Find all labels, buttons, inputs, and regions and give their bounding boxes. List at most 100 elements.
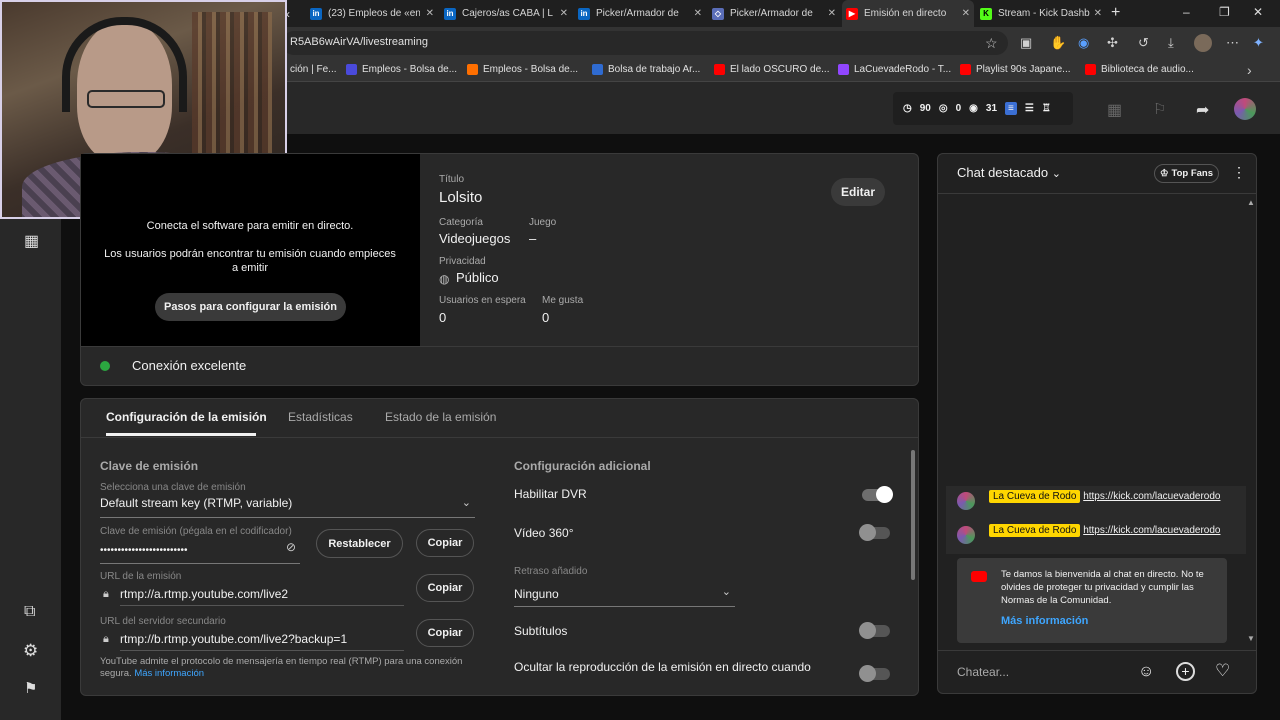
tab-close-icon[interactable]: ✕: [828, 8, 836, 19]
setup-steps-button[interactable]: Pasos para configurar la emisión: [155, 293, 346, 321]
feedback-icon[interactable]: ⚑: [24, 679, 37, 697]
tab-nav-left[interactable]: ‹: [286, 0, 300, 27]
list-icon[interactable]: ☰: [1025, 103, 1034, 114]
tab-stream-status[interactable]: Estado de la emisión: [385, 410, 496, 424]
backup-url-field[interactable]: rtmp://b.rtmp.youtube.com/live2?backup=1: [120, 630, 404, 651]
stream-key-field[interactable]: ••••••••••••••••••••••••• ⊘: [100, 540, 300, 564]
history-icon[interactable]: ↺: [1138, 35, 1149, 51]
bookmark-favicon-icon: [960, 64, 971, 75]
select-key-value: Default stream key (RTMP, variable): [100, 496, 293, 510]
tab-close-icon[interactable]: ✕: [560, 8, 568, 19]
bookmark-item[interactable]: ción | Fe...: [290, 64, 337, 75]
clapper-icon[interactable]: ▦: [1107, 100, 1122, 120]
top-fans-button[interactable]: ♔ Top Fans: [1154, 164, 1219, 183]
bookmark-icon[interactable]: ⚐: [1153, 100, 1166, 118]
extension-icon[interactable]: ✋: [1050, 35, 1066, 51]
bookmark-item[interactable]: LaCuevadeRodo - T...: [838, 64, 951, 75]
stream-url-field[interactable]: rtmp://a.rtmp.youtube.com/live2: [120, 585, 404, 606]
chat-text[interactable]: https://kick.com/lacuevaderodo: [1083, 491, 1220, 502]
tab-5[interactable]: ▶ Emisión en directo ✕: [842, 0, 974, 27]
reset-key-button[interactable]: Restablecer: [316, 529, 403, 558]
bookmark-label: ción | Fe...: [290, 64, 337, 75]
heart-icon[interactable]: ♡: [1215, 661, 1230, 681]
copy-backup-button[interactable]: Copiar: [416, 619, 474, 647]
tab-2[interactable]: in Cajeros/as CABA | L ✕: [440, 0, 572, 27]
profile-avatar[interactable]: [1194, 34, 1212, 52]
calendar-icon[interactable]: ▦: [24, 231, 39, 251]
new-tab-button[interactable]: +: [1111, 4, 1120, 22]
bookmark-star-icon[interactable]: ☆: [985, 35, 998, 52]
tab-close-icon[interactable]: ✕: [1094, 8, 1102, 19]
chat-mode-dropdown[interactable]: Chat destacado ⌄: [957, 165, 1061, 180]
kick-icon: K: [980, 7, 992, 20]
emoji-icon[interactable]: ☺: [1138, 663, 1154, 681]
chat-author-2[interactable]: La Cueva de Rodo: [989, 524, 1081, 537]
bookmark-item[interactable]: El lado OSCURO de...: [714, 64, 829, 75]
puzzle-icon[interactable]: ✣: [1107, 35, 1118, 51]
bookmark-item[interactable]: Playlist 90s Japane...: [960, 64, 1071, 75]
add-icon[interactable]: +: [1176, 662, 1195, 681]
tab-stream-settings[interactable]: Configuración de la emisión: [106, 410, 267, 424]
extension-blue-icon[interactable]: ◉: [1078, 35, 1089, 51]
vr360-toggle[interactable]: [859, 524, 890, 541]
rtmp-more-info-link[interactable]: Más información: [134, 668, 204, 679]
maximize-button[interactable]: ❐: [1219, 5, 1230, 19]
minimize-button[interactable]: –: [1183, 5, 1190, 19]
welcome-more-info-link[interactable]: Más información: [1001, 615, 1088, 627]
bookmark-label: Empleos - Bolsa de...: [362, 64, 458, 75]
eye-icon: ◉: [969, 103, 978, 114]
tab-3[interactable]: in Picker/Armador de ✕: [574, 0, 706, 27]
chat-input[interactable]: Chatear...: [957, 660, 1125, 684]
bookmarks-more-icon[interactable]: ›: [1247, 62, 1252, 78]
bumeran-icon: ◇: [712, 7, 724, 20]
tab-label: Picker/Armador de: [596, 8, 679, 19]
close-window-button[interactable]: ✕: [1253, 5, 1263, 19]
select-key-dropdown[interactable]: Default stream key (RTMP, variable) ⌄: [100, 494, 475, 518]
copy-key-button[interactable]: Copiar: [416, 529, 474, 557]
latency-label: Retraso añadido: [514, 566, 588, 577]
visibility-off-icon[interactable]: ⊘: [286, 540, 296, 554]
chat-author[interactable]: La Cueva de Rodo: [989, 490, 1081, 503]
more-menu-icon[interactable]: ⋯: [1226, 35, 1239, 51]
chat-scroll-down-icon[interactable]: ▼: [1247, 634, 1255, 643]
subtitles-toggle[interactable]: [859, 622, 890, 639]
copy-url-button[interactable]: Copiar: [416, 574, 474, 602]
external-link-icon[interactable]: ⧉: [24, 603, 35, 621]
settings-scrollbar[interactable]: [911, 450, 915, 580]
chat-more-icon[interactable]: ⋮: [1232, 164, 1246, 181]
preview-line-1: Conecta el software para emitir en direc…: [146, 220, 354, 232]
settings-gear-icon[interactable]: ⚙: [23, 641, 38, 661]
copilot-icon[interactable]: ✦: [1253, 35, 1264, 51]
welcome-card: Te damos la bienvenida al chat en direct…: [957, 558, 1227, 643]
chat-stats-icon[interactable]: ≡: [1005, 102, 1017, 115]
tab-underline: [106, 433, 256, 436]
edit-button[interactable]: Editar: [831, 178, 885, 206]
channel-avatar[interactable]: [1234, 98, 1256, 120]
pip-icon[interactable]: ▣: [1020, 35, 1032, 51]
url-input[interactable]: R5AB6wAirVA/livestreaming: [282, 31, 1008, 55]
bookmark-item[interactable]: Biblioteca de audio...: [1085, 64, 1194, 75]
download-icon[interactable]: ⤓: [1168, 35, 1174, 51]
tab-close-icon[interactable]: ✕: [962, 8, 970, 19]
bookmark-item[interactable]: Bolsa de trabajo Ar...: [592, 64, 700, 75]
tab-statistics[interactable]: Estadísticas: [288, 410, 353, 424]
tab-1[interactable]: in (23) Empleos de «en ✕: [306, 0, 438, 27]
preview-line-2: Los usuarios podrán encontrar tu emisión…: [104, 248, 396, 274]
tab-close-icon[interactable]: ✕: [694, 8, 702, 19]
trophy-icon[interactable]: ♖: [1042, 103, 1051, 114]
share-icon[interactable]: ➦: [1196, 100, 1209, 120]
bookmark-item[interactable]: Empleos - Bolsa de...: [467, 64, 578, 75]
bookmark-item[interactable]: Empleos - Bolsa de...: [346, 64, 457, 75]
chat-scroll-up-icon[interactable]: ▲: [1247, 198, 1255, 207]
tab-4[interactable]: ◇ Picker/Armador de ✕: [708, 0, 840, 27]
hide-playback-toggle[interactable]: [859, 665, 890, 682]
latency-dropdown[interactable]: Ninguno ⌄: [514, 585, 735, 607]
tab-6[interactable]: K Stream - Kick Dashb ✕: [976, 0, 1106, 27]
chat-text-2[interactable]: https://kick.com/lacuevaderodo: [1083, 525, 1220, 536]
dvr-toggle[interactable]: [862, 486, 893, 503]
privacy-value: Público: [456, 270, 499, 285]
linkedin-icon: in: [578, 7, 590, 20]
tab-close-icon[interactable]: ✕: [426, 8, 434, 19]
glasses-shape: [87, 90, 165, 108]
linkedin-icon: in: [310, 7, 322, 20]
